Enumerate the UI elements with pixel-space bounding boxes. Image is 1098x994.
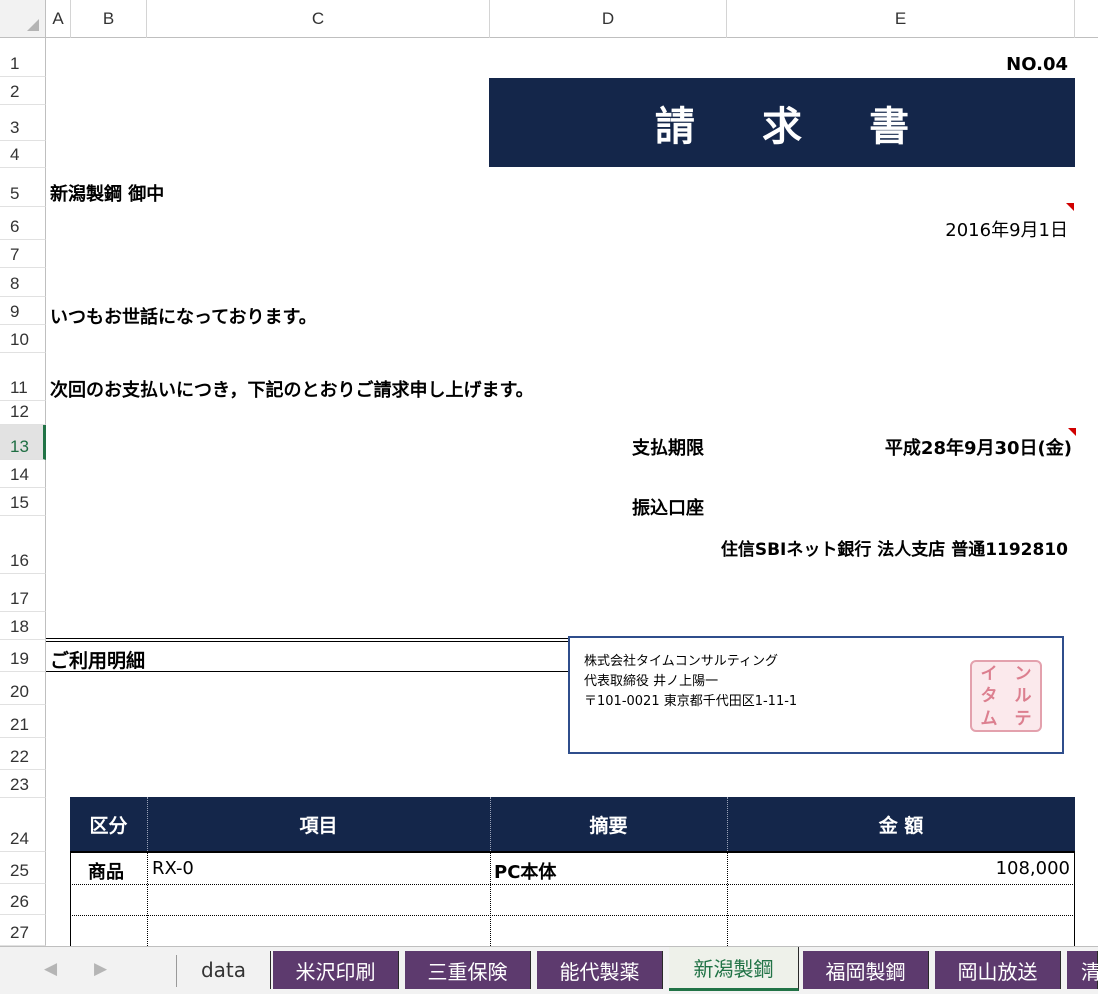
row-header-27[interactable]: 27	[0, 915, 46, 946]
row-divider	[70, 915, 1075, 916]
seal-char: ム	[980, 709, 998, 729]
row-header-7[interactable]: 7	[0, 240, 46, 268]
column-header-a[interactable]: A	[46, 0, 71, 38]
table-row-category[interactable]: 商品	[88, 858, 124, 884]
column-header-e[interactable]: E	[727, 0, 1075, 38]
row-header-13[interactable]: 13	[0, 425, 46, 460]
header-divider	[147, 797, 148, 851]
sheet-tab-noshiro[interactable]: 能代製薬	[537, 951, 663, 989]
column-divider	[727, 851, 728, 946]
row-header-16[interactable]: 16	[0, 516, 46, 574]
table-row-amount[interactable]: 108,000	[996, 858, 1070, 879]
row-header-1[interactable]: 1	[0, 38, 46, 77]
sheet-tab-okayama[interactable]: 岡山放送	[935, 951, 1061, 989]
select-all-corner[interactable]	[0, 0, 46, 38]
header-divider	[490, 797, 491, 851]
sheet-tab-niigata[interactable]: 新潟製鋼	[669, 947, 799, 991]
invoice-number[interactable]: NO.04	[1006, 54, 1068, 75]
scroll-tabs-left-icon[interactable]: ◀	[44, 959, 57, 979]
row-header-4[interactable]: 4	[0, 141, 46, 168]
invoice-date[interactable]: 2016年9月1日	[945, 216, 1068, 242]
table-left-border	[70, 851, 71, 946]
header-item[interactable]: 項目	[147, 797, 490, 851]
row-header-23[interactable]: 23	[0, 770, 46, 798]
row-header-24[interactable]: 24	[0, 798, 46, 852]
greeting-text[interactable]: いつもお世話になっております。	[50, 303, 317, 329]
sheet-tab-yonezawa[interactable]: 米沢印刷	[273, 951, 399, 989]
seal-char: テ	[1014, 709, 1032, 729]
column-header-d[interactable]: D	[490, 0, 727, 38]
row-header-12[interactable]: 12	[0, 401, 46, 425]
row-header-5[interactable]: 5	[0, 168, 46, 207]
header-amount[interactable]: 金 額	[727, 797, 1075, 851]
seal-char: ル	[1014, 686, 1032, 706]
comment-indicator[interactable]	[1068, 428, 1076, 436]
account-value[interactable]: 住信SBIネット銀行 法人支店 普通1192810	[721, 535, 1068, 560]
column-divider	[147, 851, 148, 946]
column-divider	[490, 851, 491, 946]
due-value[interactable]: 平成28年9月30日(金)	[885, 434, 1072, 460]
column-header-bar: A B C D E	[0, 0, 1098, 38]
sheet-tab-bar: ◀ ▶ data 米沢印刷 三重保険 能代製薬 新潟製鋼 福岡製鋼 岡山放送 清	[0, 946, 1098, 994]
row-header-26[interactable]: 26	[0, 884, 46, 915]
section-rule	[46, 641, 568, 642]
row-header-11[interactable]: 11	[0, 353, 46, 401]
row-header-9[interactable]: 9	[0, 297, 46, 325]
invoice-title[interactable]: 請 求 書	[489, 78, 1075, 167]
row-header-22[interactable]: 22	[0, 738, 46, 770]
seal-char: タ	[980, 686, 998, 706]
scroll-tabs-right-icon[interactable]: ▶	[94, 959, 107, 979]
row-header-15[interactable]: 15	[0, 488, 46, 516]
column-header-c[interactable]: C	[147, 0, 490, 38]
row-header-3[interactable]: 3	[0, 105, 46, 141]
account-label[interactable]: 振込口座	[632, 494, 704, 520]
column-header-b[interactable]: B	[71, 0, 147, 38]
comment-indicator[interactable]	[1066, 203, 1074, 211]
table-row-item[interactable]: RX-0	[152, 858, 194, 879]
row-header-14[interactable]: 14	[0, 460, 46, 488]
company-stamp-box[interactable]: 株式会社タイムコンサルティング 代表取締役 井ノ上陽一 〒101-0021 東京…	[568, 636, 1064, 754]
row-divider	[70, 884, 1075, 885]
due-label[interactable]: 支払期限	[632, 434, 704, 460]
header-description[interactable]: 摘要	[490, 797, 727, 851]
detail-table-header: 区分 項目 摘要 金 額	[70, 797, 1075, 851]
row-header-17[interactable]: 17	[0, 574, 46, 612]
row-header-10[interactable]: 10	[0, 325, 46, 353]
table-header-rule	[70, 851, 1075, 853]
header-category[interactable]: 区分	[70, 797, 147, 851]
table-right-border	[1074, 851, 1075, 946]
request-text[interactable]: 次回のお支払いにつき，下記のとおりご請求申し上げます。	[50, 376, 534, 402]
company-seal-stamp: イ ン タ ル ム テ	[970, 660, 1042, 732]
section-title[interactable]: ご利用明細	[50, 646, 145, 673]
section-rule	[46, 638, 568, 639]
row-header-21[interactable]: 21	[0, 705, 46, 738]
row-header-2[interactable]: 2	[0, 77, 46, 105]
seal-char: イ	[980, 663, 998, 683]
row-header-19[interactable]: 19	[0, 640, 46, 672]
sheet-tab-mie[interactable]: 三重保険	[405, 951, 531, 989]
row-header-6[interactable]: 6	[0, 207, 46, 240]
header-divider	[727, 797, 728, 851]
addressee[interactable]: 新潟製鋼 御中	[50, 180, 164, 206]
row-header-18[interactable]: 18	[0, 612, 46, 640]
row-header-20[interactable]: 20	[0, 672, 46, 705]
sheet-tab-fukuoka[interactable]: 福岡製鋼	[803, 951, 929, 989]
company-address: 〒101-0021 東京都千代田区1-11-1	[584, 694, 798, 709]
row-header-8[interactable]: 8	[0, 268, 46, 297]
sheet-tab-data[interactable]: data	[177, 951, 271, 989]
seal-char: ン	[1014, 663, 1032, 683]
company-representative: 代表取締役 井ノ上陽一	[584, 674, 719, 689]
table-row-description[interactable]: PC本体	[494, 858, 556, 884]
company-name: 株式会社タイムコンサルティング	[584, 654, 778, 669]
sheet-tab-partial[interactable]: 清	[1067, 951, 1098, 989]
row-header-25[interactable]: 25	[0, 852, 46, 884]
